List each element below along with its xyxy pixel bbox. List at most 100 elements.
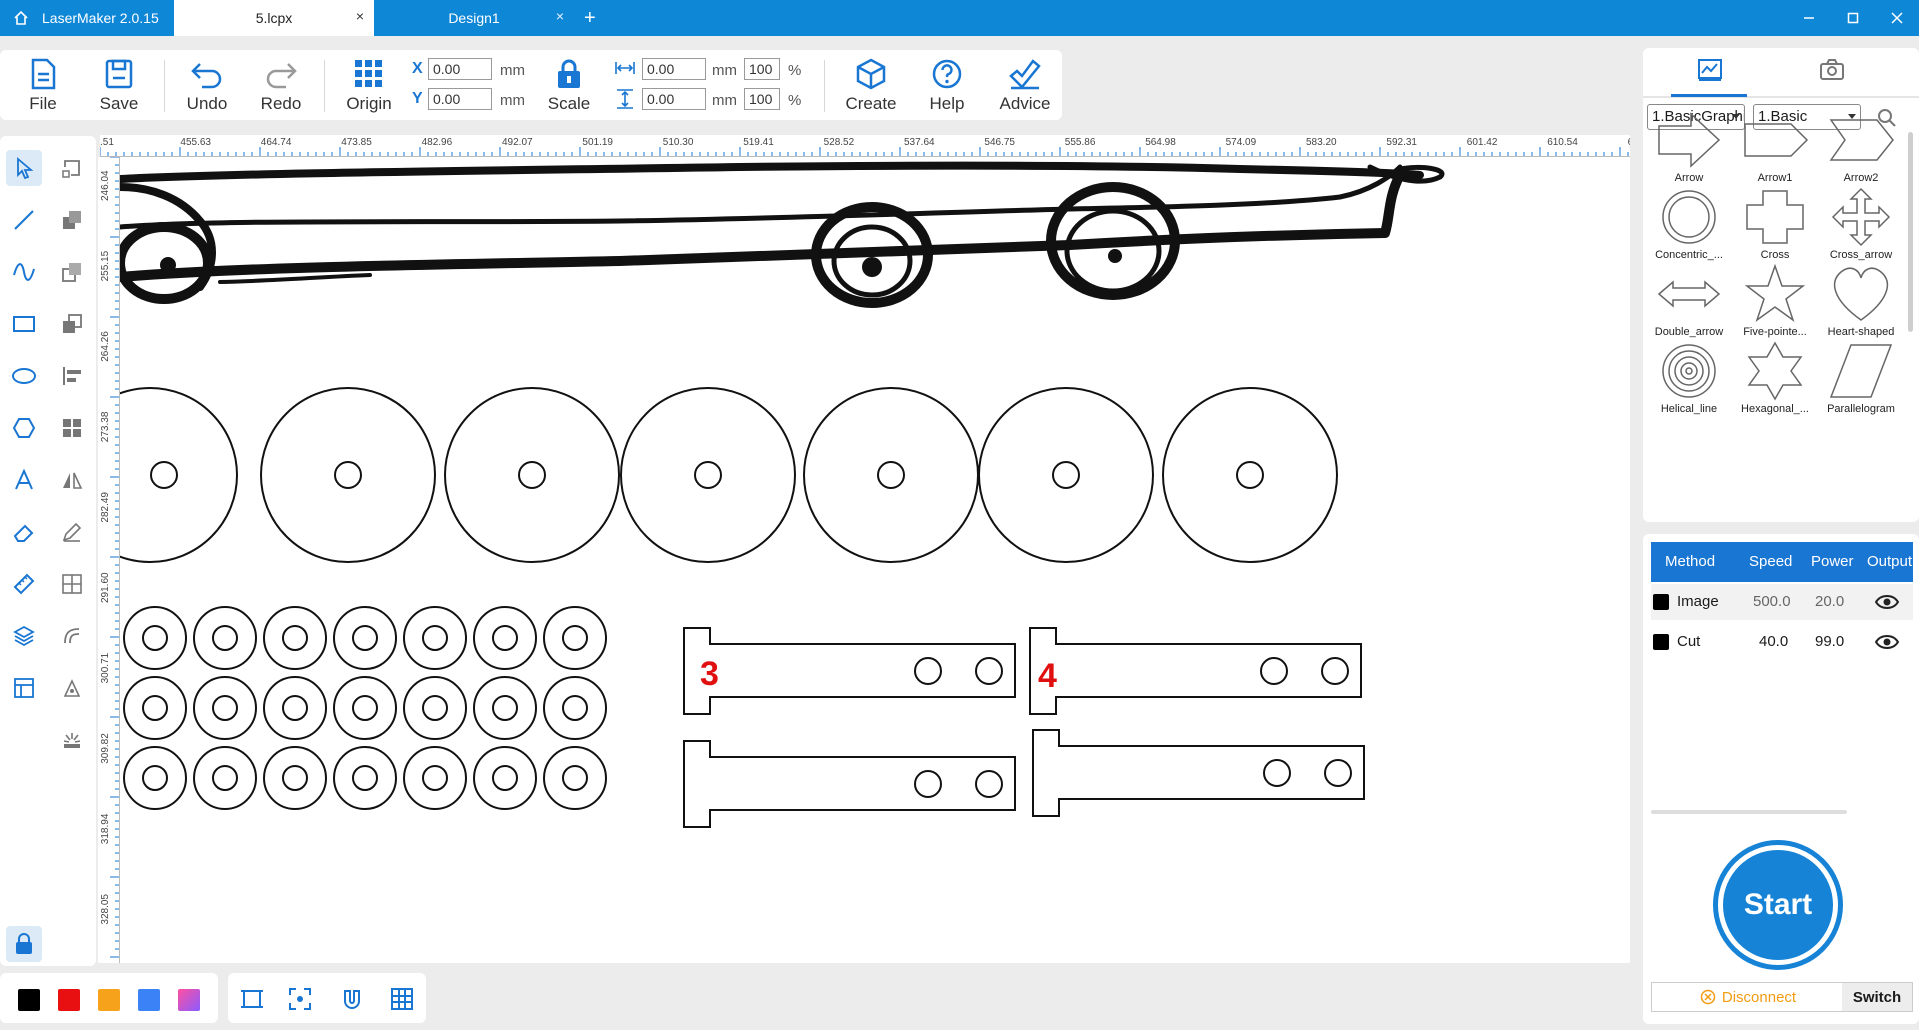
eraser-tool[interactable] [6,514,42,550]
bar-parts[interactable] [683,627,1365,828]
library-scrollbar[interactable] [1908,132,1913,332]
measure-tool[interactable] [6,566,42,602]
color-swatch-red[interactable] [58,989,80,1011]
help-button[interactable]: Help [912,50,982,120]
layer-power[interactable]: 99.0 [1815,633,1844,650]
file-button[interactable]: File [8,50,78,120]
select-tool[interactable] [6,150,42,186]
align-tool[interactable] [54,358,90,394]
y-input[interactable] [428,88,492,110]
washer-outer[interactable] [403,606,467,670]
redo-button[interactable]: Redo [246,50,316,120]
color-swatch-orange[interactable] [98,989,120,1011]
width-input[interactable] [642,58,706,80]
home-icon[interactable] [0,0,42,36]
fit-page-icon[interactable] [240,987,264,1011]
polygon-tool[interactable] [6,410,42,446]
close-icon[interactable]: × [556,8,564,24]
grid-icon[interactable] [390,987,414,1011]
layer-color-swatch[interactable] [1653,634,1669,650]
magnet-snap-icon[interactable] [340,987,364,1011]
lock-canvas-button[interactable] [6,926,42,962]
rectangle-tool[interactable] [6,306,42,342]
width-percent-input[interactable] [744,58,780,80]
copy-tool[interactable] [54,254,90,290]
washer-outer[interactable] [263,746,327,810]
layer-speed[interactable]: 500.0 [1753,593,1791,610]
tab-camera-icon[interactable] [1819,58,1845,82]
tab-design1[interactable]: Design1 × [374,0,574,36]
horizontal-scrollbar[interactable] [1651,810,1847,814]
washer-outer[interactable] [333,746,397,810]
library-shape-parallelogram[interactable]: Parallelogram [1819,341,1903,433]
washer-outer[interactable] [473,676,537,740]
layers-tool[interactable] [6,618,42,654]
color-swatch-gradient[interactable] [178,989,200,1011]
trace-tool[interactable] [54,670,90,706]
washer-outer[interactable] [123,676,187,740]
node-edit-tool[interactable] [54,150,90,186]
undo-button[interactable]: Undo [172,50,242,120]
eye-icon[interactable] [1875,632,1899,652]
mirror-tool[interactable] [54,462,90,498]
washer-outer[interactable] [543,746,607,810]
part-label-3[interactable]: 3 [700,655,719,693]
disconnect-button[interactable]: Disconnect [1652,983,1844,1011]
washer-outer[interactable] [123,746,187,810]
washer-outer[interactable] [543,606,607,670]
layer-row-image[interactable]: Image 500.0 20.0 [1651,584,1913,620]
zoom-selection-icon[interactable] [288,987,312,1011]
template-tool[interactable] [6,670,42,706]
close-icon[interactable]: × [356,8,364,24]
washer-outer[interactable] [543,676,607,740]
washer-outer[interactable] [263,606,327,670]
washer-outer[interactable] [333,676,397,740]
start-button[interactable]: Start [1713,840,1843,970]
edit-image-tool[interactable] [54,514,90,550]
washer-outer[interactable] [263,676,327,740]
laser-tool[interactable] [54,722,90,758]
distribute-tool[interactable] [54,566,90,602]
washer-outer[interactable] [403,746,467,810]
eye-icon[interactable] [1875,592,1899,612]
layer-color-swatch[interactable] [1653,594,1669,610]
tab-5-lcpx[interactable]: 5.lcpx × [174,0,374,36]
curve-tool[interactable] [6,254,42,290]
washer-outer[interactable] [123,606,187,670]
switch-button[interactable]: Switch [1842,983,1912,1011]
design-canvas[interactable]: 3 4 [120,157,1630,963]
line-tool[interactable] [6,202,42,238]
save-button[interactable]: Save [84,50,154,120]
washer-outer[interactable] [473,746,537,810]
large-wheels[interactable] [120,387,1338,563]
washer-grid[interactable] [123,606,607,810]
traced-image[interactable] [120,161,1445,308]
washer-outer[interactable] [473,606,537,670]
add-tab-button[interactable]: + [574,0,596,36]
minimize-icon[interactable] [1787,0,1831,36]
scale-lock-button[interactable]: Scale [534,50,604,120]
washer-outer[interactable] [193,606,257,670]
library-shape-helical-line[interactable]: Helical_line [1647,341,1731,433]
tab-graphics-icon[interactable] [1697,58,1723,82]
maximize-icon[interactable] [1831,0,1875,36]
library-shape-hexagonal[interactable]: Hexagonal_... [1733,341,1817,433]
text-tool[interactable] [6,462,42,498]
layer-speed[interactable]: 40.0 [1759,633,1788,650]
origin-button[interactable]: Origin [334,50,404,120]
color-swatch-blue[interactable] [138,989,160,1011]
color-swatch-black[interactable] [18,989,40,1011]
layer-power[interactable]: 20.0 [1815,593,1844,610]
array-tool[interactable] [54,410,90,446]
height-input[interactable] [642,88,706,110]
washer-outer[interactable] [193,676,257,740]
group-tool[interactable] [54,202,90,238]
create-button[interactable]: Create [836,50,906,120]
washer-outer[interactable] [193,746,257,810]
x-input[interactable] [428,58,492,80]
combine-tool[interactable] [54,306,90,342]
washer-outer[interactable] [333,606,397,670]
offset-tool[interactable] [54,618,90,654]
close-window-icon[interactable] [1875,0,1919,36]
advice-button[interactable]: Advice [990,50,1060,120]
